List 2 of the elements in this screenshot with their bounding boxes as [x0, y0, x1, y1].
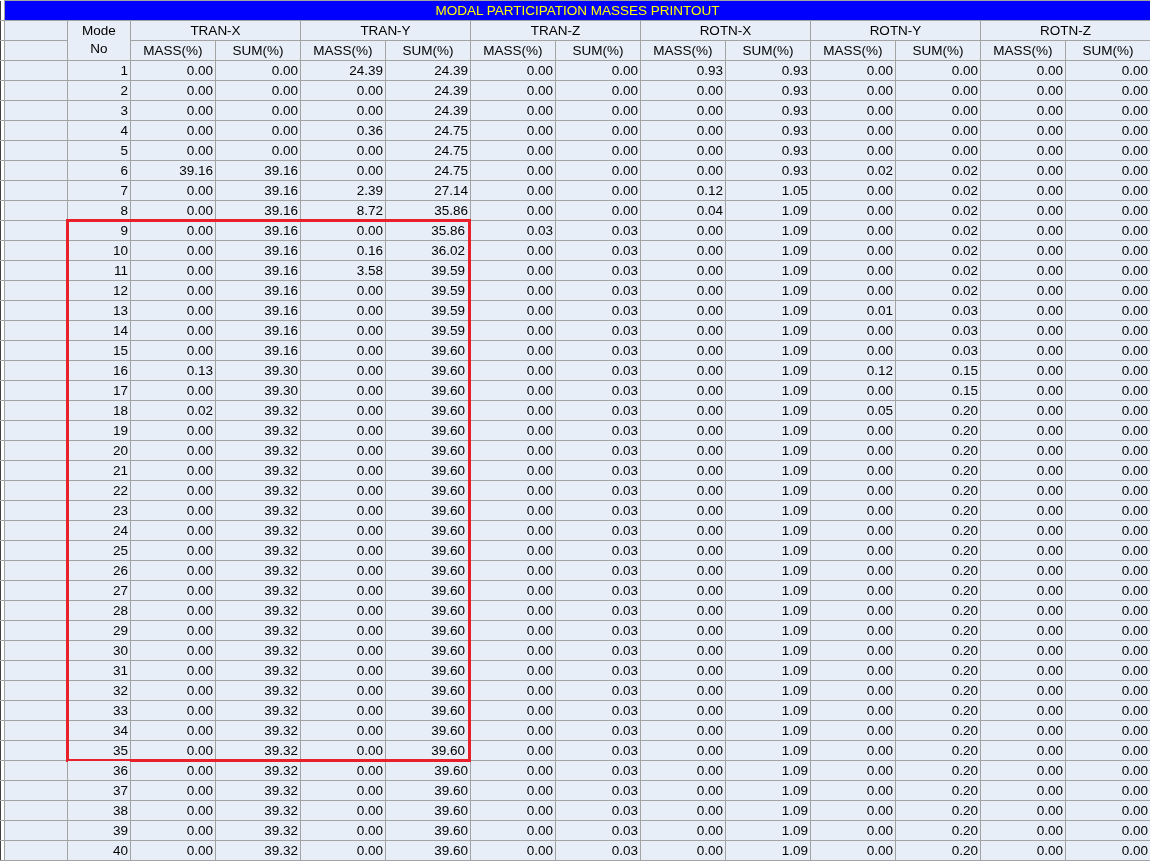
printout-title: MODAL PARTICIPATION MASSES PRINTOUT — [4, 0, 1150, 21]
column-header: Mode No — [67, 20, 131, 61]
